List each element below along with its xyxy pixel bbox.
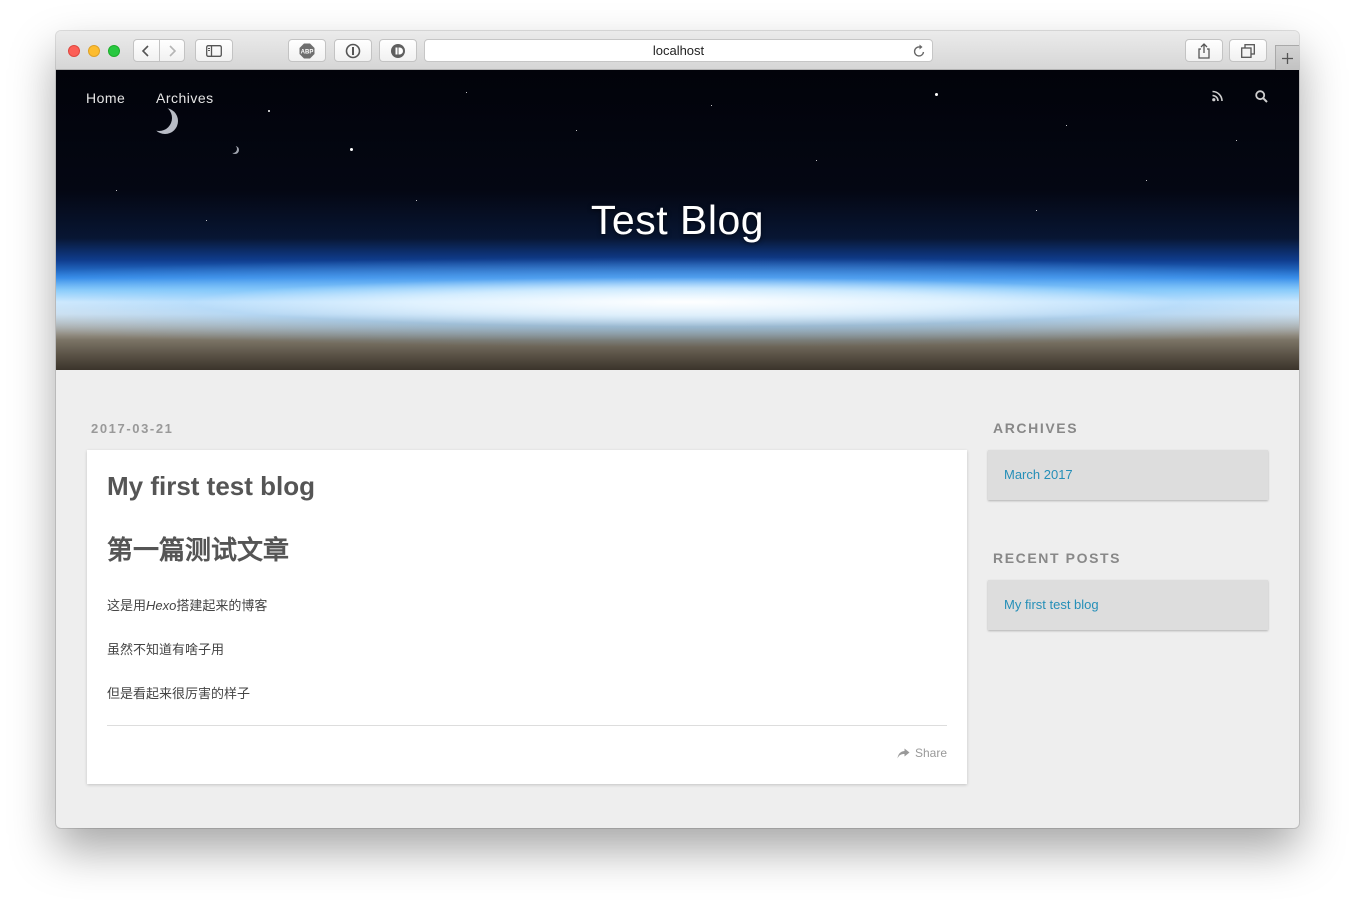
star [1066,125,1067,126]
archives-widget-title: ARCHIVES [993,420,1079,436]
sidebar-icon [206,44,222,57]
star [116,190,117,191]
history-nav-group [133,39,185,62]
share-link[interactable]: Share [897,746,947,760]
readability-extension-button[interactable] [379,39,417,62]
star [466,92,467,93]
browser-toolbar: ABP localhost [56,31,1299,70]
nav-archives-link[interactable]: Archives [156,90,214,106]
para-text: 这是用 [107,598,147,613]
share-label: Share [914,746,947,760]
article-paragraph: 这是用Hexo搭建起来的博客 [107,595,267,614]
chevron-left-icon [142,44,149,57]
article-title[interactable]: My first test blog [107,471,315,502]
keyhole-icon [345,43,361,58]
address-bar[interactable]: localhost [424,39,933,62]
star [268,110,270,112]
close-window-button[interactable] [68,45,80,57]
share-toolbar-button[interactable] [1185,39,1223,62]
star [816,160,817,161]
zoom-window-button[interactable] [108,45,120,57]
para-emphasis: Hexo [146,598,177,613]
article-card: My first test blog 第一篇测试文章 这是用Hexo搭建起来的博… [87,450,967,784]
star [935,93,938,96]
back-button[interactable] [134,40,159,61]
browser-window: ABP localhost Home Archives Test Blog 20… [56,31,1299,828]
article-paragraph: 但是看起来很厉害的样子 [107,686,251,701]
star [1236,140,1237,141]
star [350,148,353,151]
adblock-icon: ABP [299,43,315,58]
article-footer-divider [107,725,947,726]
article-heading: 第一篇测试文章 [107,535,290,565]
nav-home-link[interactable]: Home [86,90,125,106]
archives-widget: March 2017 [988,450,1268,500]
planet-decoration [231,146,239,154]
share-box-icon [1198,42,1210,59]
star [1146,180,1147,181]
abp-label: ABP [301,49,314,55]
article-paragraph: 虽然不知道有啥子用 [107,642,225,657]
address-text: localhost [652,43,705,58]
hero-banner: Home Archives Test Blog [56,70,1299,370]
share-icon [897,748,910,758]
moon-decoration [152,108,178,134]
recent-post-link[interactable]: My first test blog [1004,597,1099,612]
star [576,130,577,131]
star [711,105,712,106]
search-icon[interactable] [1255,90,1268,103]
recent-posts-widget: My first test blog [988,580,1268,630]
chevron-right-icon [169,44,176,57]
post-date[interactable]: 2017-03-21 [91,421,174,436]
reload-icon[interactable] [913,44,926,58]
rss-icon[interactable] [1212,90,1223,102]
recent-posts-widget-title: RECENT POSTS [993,550,1122,566]
password-extension-button[interactable] [334,39,372,62]
para-text: 搭建起来的博客 [176,598,268,613]
minimize-window-button[interactable] [88,45,100,57]
archive-month-link[interactable]: March 2017 [1004,467,1073,482]
reader-icon [391,43,405,58]
new-tab-button[interactable] [1275,45,1299,70]
forward-button[interactable] [158,40,185,61]
plus-icon [1282,52,1293,64]
tabs-icon [1241,43,1255,58]
tabs-overview-button[interactable] [1229,39,1267,62]
sidebar-toggle-button[interactable] [195,39,233,62]
blog-title[interactable]: Test Blog [56,197,1299,244]
adblock-extension-button[interactable]: ABP [288,39,326,62]
